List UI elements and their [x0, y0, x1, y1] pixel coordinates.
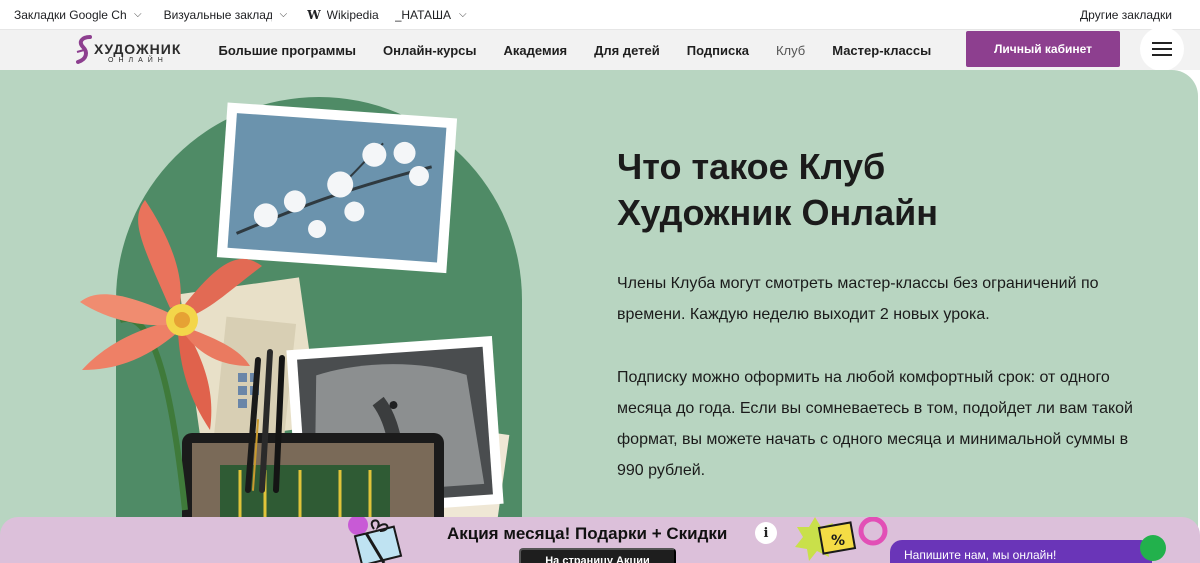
hero-title: Что такое Клуб Художник Онлайн: [617, 146, 938, 233]
chat-status-icon: [1140, 535, 1166, 561]
nav-club[interactable]: Клуб: [776, 43, 805, 58]
hero-paragraph-1: Члены Клуба могут смотреть мастер-классы…: [617, 275, 1099, 323]
menu-icon[interactable]: [1140, 27, 1184, 71]
bookmark-other[interactable]: Другие закладки: [1080, 0, 1172, 30]
online-chat-widget[interactable]: Напишите нам, мы онлайн!: [890, 540, 1152, 563]
hero-paragraph-2: Подписку можно оформить на любой комфорт…: [617, 369, 1133, 479]
bookmark-label: Другие закладки: [1080, 8, 1172, 22]
bookmark-label: _НАТАША: [394, 7, 452, 22]
bookmark-label: Закладки Google Chrome: [14, 7, 126, 22]
logo-mark-icon: [76, 35, 92, 64]
gift-box-icon: [348, 517, 403, 563]
club-collage-image: [56, 97, 522, 563]
bookmark-folder-visual[interactable]: Визуальные закладки ⌵: [164, 8, 288, 22]
promo-banner: Акция месяца! Подарки + Скидки i На стра…: [0, 517, 1200, 563]
bookmark-label: Wikipedia: [326, 7, 379, 22]
promo-title: Акция месяца! Подарки + Скидки: [447, 524, 728, 543]
bookmark-wikipedia[interactable]: W Wikipedia: [307, 8, 379, 22]
nav-for-kids[interactable]: Для детей: [594, 43, 660, 58]
personal-account-button[interactable]: Личный кабинет: [966, 31, 1120, 67]
chat-label: Напишите нам, мы онлайн!: [904, 548, 1057, 562]
chevron-down-icon: ⌵: [279, 9, 288, 20]
main-nav: Большие программы Онлайн-курсы Академия …: [205, 30, 945, 70]
nav-subscription[interactable]: Подписка: [687, 43, 749, 58]
nav-big-programs[interactable]: Большие программы: [219, 43, 357, 58]
bookmarks-bar: Закладки Google Chrome ⌵ Визуальные закл…: [0, 0, 1200, 30]
bookmark-label: Визуальные закладки: [163, 7, 272, 22]
bookmark-folder-google[interactable]: Закладки Google Chrome ⌵: [14, 8, 142, 22]
svg-text:%: %: [831, 533, 845, 549]
logo-subtitle: ОНЛАЙН: [108, 57, 168, 64]
nav-online-courses[interactable]: Онлайн-курсы: [383, 43, 476, 58]
info-icon[interactable]: i: [755, 522, 777, 544]
nav-academy[interactable]: Академия: [504, 43, 568, 58]
nav-master-classes[interactable]: Мастер-классы: [832, 43, 931, 58]
chevron-down-icon: ⌵: [134, 9, 142, 20]
discount-coupon-icon: %: [795, 517, 888, 561]
chevron-down-icon: ⌵: [459, 9, 467, 20]
wikipedia-icon: W: [307, 7, 321, 22]
bookmark-folder-natasha[interactable]: _НАТАША ⌵: [395, 8, 467, 22]
site-logo[interactable]: ХУДОЖНИК ОНЛАЙН: [74, 34, 194, 68]
promo-page-button[interactable]: На страницу Акции: [519, 548, 676, 563]
hero-section: Что такое Клуб Художник Онлайн Члены Клу…: [0, 70, 1198, 563]
site-header: ХУДОЖНИК ОНЛАЙН Большие программы Онлайн…: [0, 27, 1200, 71]
logo-title: ХУДОЖНИК: [94, 41, 182, 57]
